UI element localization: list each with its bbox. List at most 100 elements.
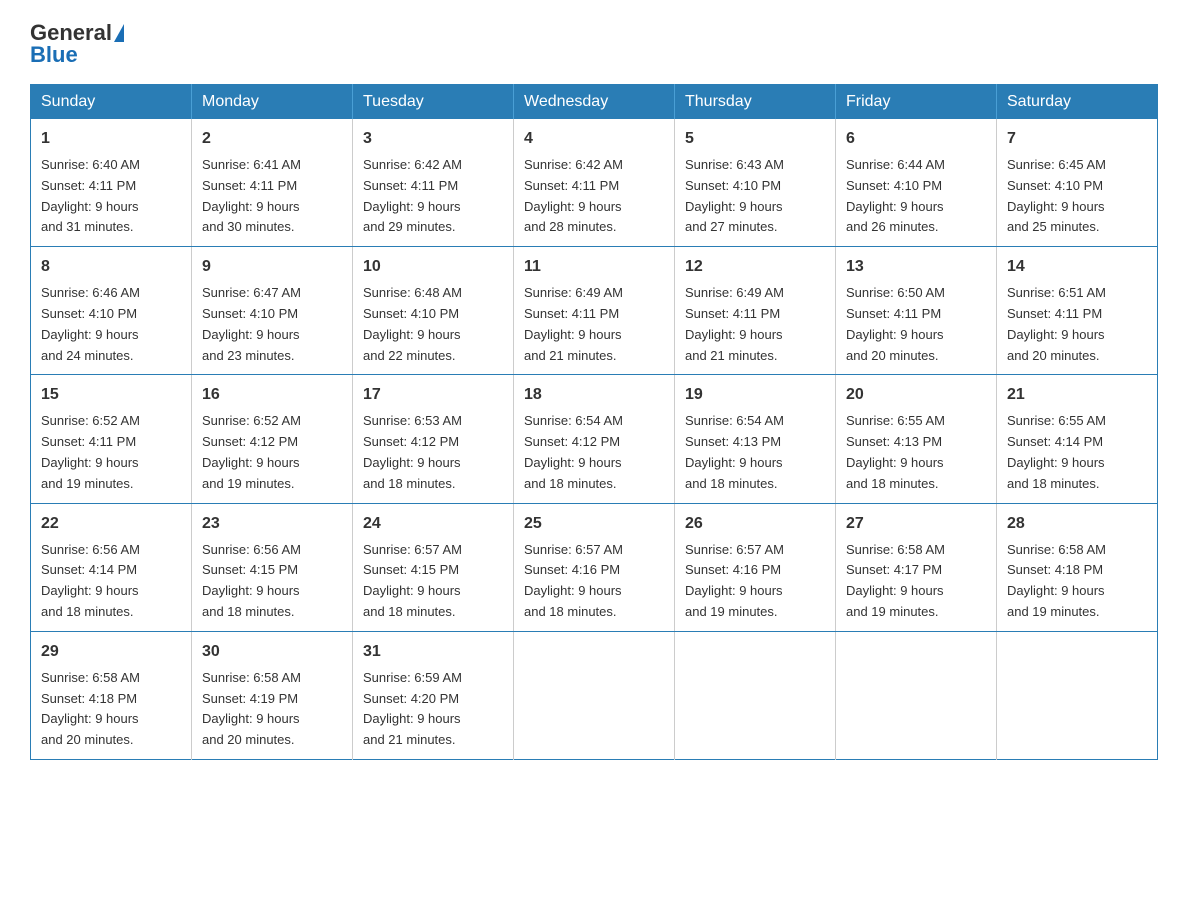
page-header: General Blue [30,20,1158,68]
day-number: 11 [524,255,664,279]
day-cell: 5 Sunrise: 6:43 AMSunset: 4:10 PMDaylight… [675,119,836,247]
day-info: Sunrise: 6:47 AMSunset: 4:10 PMDaylight:… [202,285,301,362]
day-cell: 4 Sunrise: 6:42 AMSunset: 4:11 PMDaylight… [514,119,675,247]
day-cell: 20 Sunrise: 6:55 AMSunset: 4:13 PMDayligh… [836,375,997,503]
day-cell [675,631,836,759]
logo: General Blue [30,20,126,68]
day-cell: 30 Sunrise: 6:58 AMSunset: 4:19 PMDayligh… [192,631,353,759]
day-info: Sunrise: 6:42 AMSunset: 4:11 PMDaylight:… [524,157,623,234]
day-cell: 24 Sunrise: 6:57 AMSunset: 4:15 PMDayligh… [353,503,514,631]
day-number: 20 [846,383,986,407]
day-number: 5 [685,127,825,151]
day-number: 13 [846,255,986,279]
day-info: Sunrise: 6:42 AMSunset: 4:11 PMDaylight:… [363,157,462,234]
day-info: Sunrise: 6:54 AMSunset: 4:12 PMDaylight:… [524,413,623,490]
day-cell: 25 Sunrise: 6:57 AMSunset: 4:16 PMDayligh… [514,503,675,631]
day-info: Sunrise: 6:49 AMSunset: 4:11 PMDaylight:… [524,285,623,362]
day-cell [836,631,997,759]
header-cell-thursday: Thursday [675,85,836,120]
day-info: Sunrise: 6:43 AMSunset: 4:10 PMDaylight:… [685,157,784,234]
day-cell: 23 Sunrise: 6:56 AMSunset: 4:15 PMDayligh… [192,503,353,631]
day-cell: 15Sunrise: 6:52 AMSunset: 4:11 PMDayligh… [31,375,192,503]
logo-blue-text: Blue [30,42,78,68]
day-cell: 11 Sunrise: 6:49 AMSunset: 4:11 PMDayligh… [514,247,675,375]
day-cell: 31 Sunrise: 6:59 AMSunset: 4:20 PMDayligh… [353,631,514,759]
day-info: Sunrise: 6:55 AMSunset: 4:14 PMDaylight:… [1007,413,1106,490]
day-info: Sunrise: 6:59 AMSunset: 4:20 PMDaylight:… [363,670,462,747]
day-info: Sunrise: 6:55 AMSunset: 4:13 PMDaylight:… [846,413,945,490]
header-cell-friday: Friday [836,85,997,120]
header-cell-sunday: Sunday [31,85,192,120]
day-number: 8 [41,255,181,279]
day-info: Sunrise: 6:41 AMSunset: 4:11 PMDaylight:… [202,157,301,234]
day-info: Sunrise: 6:49 AMSunset: 4:11 PMDaylight:… [685,285,784,362]
day-info: Sunrise: 6:56 AMSunset: 4:14 PMDaylight:… [41,542,140,619]
header-row: SundayMondayTuesdayWednesdayThursdayFrid… [31,85,1158,120]
day-number: 22 [41,512,181,536]
day-info: Sunrise: 6:57 AMSunset: 4:16 PMDaylight:… [524,542,623,619]
day-info: Sunrise: 6:46 AMSunset: 4:10 PMDaylight:… [41,285,140,362]
day-cell: 21 Sunrise: 6:55 AMSunset: 4:14 PMDayligh… [997,375,1158,503]
day-cell [514,631,675,759]
day-number: 17 [363,383,503,407]
day-cell: 13Sunrise: 6:50 AMSunset: 4:11 PMDayligh… [836,247,997,375]
day-number: 21 [1007,383,1147,407]
day-info: Sunrise: 6:40 AMSunset: 4:11 PMDaylight:… [41,157,140,234]
day-info: Sunrise: 6:58 AMSunset: 4:19 PMDaylight:… [202,670,301,747]
day-info: Sunrise: 6:56 AMSunset: 4:15 PMDaylight:… [202,542,301,619]
header-cell-monday: Monday [192,85,353,120]
day-info: Sunrise: 6:52 AMSunset: 4:12 PMDaylight:… [202,413,301,490]
day-number: 9 [202,255,342,279]
day-info: Sunrise: 6:51 AMSunset: 4:11 PMDaylight:… [1007,285,1106,362]
week-row-5: 29Sunrise: 6:58 AMSunset: 4:18 PMDayligh… [31,631,1158,759]
day-number: 10 [363,255,503,279]
day-info: Sunrise: 6:58 AMSunset: 4:18 PMDaylight:… [41,670,140,747]
day-info: Sunrise: 6:54 AMSunset: 4:13 PMDaylight:… [685,413,784,490]
day-number: 24 [363,512,503,536]
day-cell: 10 Sunrise: 6:48 AMSunset: 4:10 PMDayligh… [353,247,514,375]
day-cell [997,631,1158,759]
day-info: Sunrise: 6:44 AMSunset: 4:10 PMDaylight:… [846,157,945,234]
day-info: Sunrise: 6:48 AMSunset: 4:10 PMDaylight:… [363,285,462,362]
calendar-table: SundayMondayTuesdayWednesdayThursdayFrid… [30,84,1158,760]
day-cell: 1Sunrise: 6:40 AMSunset: 4:11 PMDaylight… [31,119,192,247]
day-number: 12 [685,255,825,279]
day-cell: 27 Sunrise: 6:58 AMSunset: 4:17 PMDayligh… [836,503,997,631]
day-cell: 29Sunrise: 6:58 AMSunset: 4:18 PMDayligh… [31,631,192,759]
day-number: 23 [202,512,342,536]
day-number: 25 [524,512,664,536]
day-number: 30 [202,640,342,664]
day-cell: 18 Sunrise: 6:54 AMSunset: 4:12 PMDayligh… [514,375,675,503]
day-info: Sunrise: 6:58 AMSunset: 4:17 PMDaylight:… [846,542,945,619]
week-row-4: 22 Sunrise: 6:56 AMSunset: 4:14 PMDayligh… [31,503,1158,631]
day-cell: 22 Sunrise: 6:56 AMSunset: 4:14 PMDayligh… [31,503,192,631]
day-info: Sunrise: 6:57 AMSunset: 4:15 PMDaylight:… [363,542,462,619]
day-number: 6 [846,127,986,151]
day-number: 4 [524,127,664,151]
calendar-header: SundayMondayTuesdayWednesdayThursdayFrid… [31,85,1158,120]
day-cell: 2 Sunrise: 6:41 AMSunset: 4:11 PMDaylight… [192,119,353,247]
day-number: 3 [363,127,503,151]
day-cell: 8 Sunrise: 6:46 AMSunset: 4:10 PMDaylight… [31,247,192,375]
day-number: 31 [363,640,503,664]
day-number: 27 [846,512,986,536]
week-row-1: 1Sunrise: 6:40 AMSunset: 4:11 PMDaylight… [31,119,1158,247]
header-cell-wednesday: Wednesday [514,85,675,120]
logo-triangle-icon [114,24,124,42]
week-row-3: 15Sunrise: 6:52 AMSunset: 4:11 PMDayligh… [31,375,1158,503]
day-cell: 19 Sunrise: 6:54 AMSunset: 4:13 PMDayligh… [675,375,836,503]
day-info: Sunrise: 6:58 AMSunset: 4:18 PMDaylight:… [1007,542,1106,619]
day-cell: 28Sunrise: 6:58 AMSunset: 4:18 PMDayligh… [997,503,1158,631]
day-number: 19 [685,383,825,407]
day-number: 18 [524,383,664,407]
header-cell-tuesday: Tuesday [353,85,514,120]
day-cell: 9 Sunrise: 6:47 AMSunset: 4:10 PMDaylight… [192,247,353,375]
day-cell: 3 Sunrise: 6:42 AMSunset: 4:11 PMDaylight… [353,119,514,247]
day-cell: 12 Sunrise: 6:49 AMSunset: 4:11 PMDayligh… [675,247,836,375]
day-number: 2 [202,127,342,151]
day-cell: 16 Sunrise: 6:52 AMSunset: 4:12 PMDayligh… [192,375,353,503]
day-cell: 6 Sunrise: 6:44 AMSunset: 4:10 PMDaylight… [836,119,997,247]
day-number: 16 [202,383,342,407]
day-info: Sunrise: 6:45 AMSunset: 4:10 PMDaylight:… [1007,157,1106,234]
day-info: Sunrise: 6:52 AMSunset: 4:11 PMDaylight:… [41,413,140,490]
